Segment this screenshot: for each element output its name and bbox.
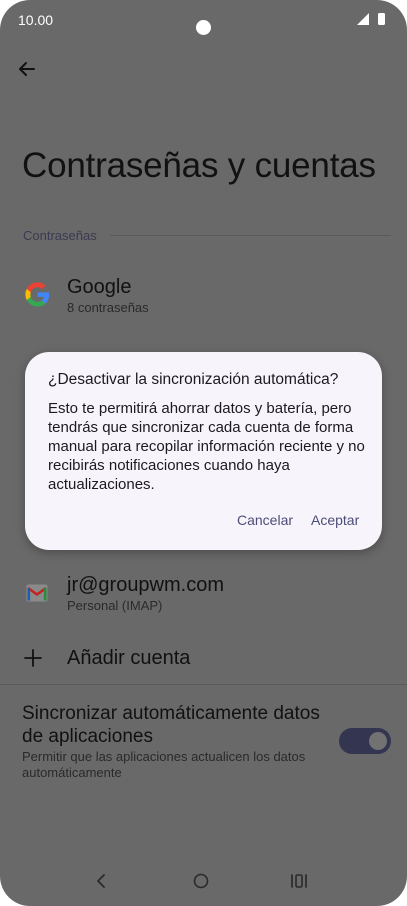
toggle-knob — [369, 732, 387, 750]
auto-sync-toggle[interactable] — [339, 728, 391, 754]
gmail-icon — [26, 584, 48, 602]
dialog-title: ¿Desactivar la sincronización automática… — [48, 371, 339, 388]
navigation-bar — [0, 856, 407, 906]
phone-screen: 10.00 Contraseñas y cuentas Contraseñas … — [0, 0, 407, 906]
signal-icon — [357, 13, 369, 25]
auto-sync-description: Permitir que las aplicaciones actualicen… — [22, 749, 306, 780]
auto-sync-title: Sincronizar automáticamente datos de apl… — [22, 703, 320, 747]
back-arrow-icon[interactable] — [14, 56, 40, 82]
cancel-button[interactable]: Cancelar — [237, 512, 293, 528]
dialog-body: Esto te permitirá ahorrar datos y baterí… — [48, 400, 365, 493]
account-email: jr@groupwm.com — [67, 574, 225, 596]
camera-cutout — [196, 20, 211, 35]
add-account-label: Añadir cuenta — [67, 647, 191, 669]
section-label-passwords: Contraseñas — [23, 228, 97, 243]
back-icon[interactable] — [94, 873, 108, 889]
password-item-subtitle: 8 contraseñas — [67, 300, 149, 315]
home-icon[interactable] — [193, 873, 209, 889]
divider — [0, 684, 407, 685]
accept-button[interactable]: Aceptar — [311, 512, 359, 528]
battery-icon — [378, 13, 385, 25]
section-divider — [110, 235, 391, 236]
google-icon — [25, 282, 50, 307]
password-item-title: Google — [67, 276, 132, 298]
confirm-dialog: ¿Desactivar la sincronización automática… — [25, 352, 382, 550]
account-type: Personal (IMAP) — [67, 598, 163, 613]
status-time: 10.00 — [18, 12, 54, 28]
status-bar: 10.00 — [0, 0, 407, 40]
page-title: Contraseñas y cuentas — [22, 146, 376, 185]
recents-icon[interactable] — [290, 873, 308, 889]
plus-icon — [24, 649, 42, 667]
